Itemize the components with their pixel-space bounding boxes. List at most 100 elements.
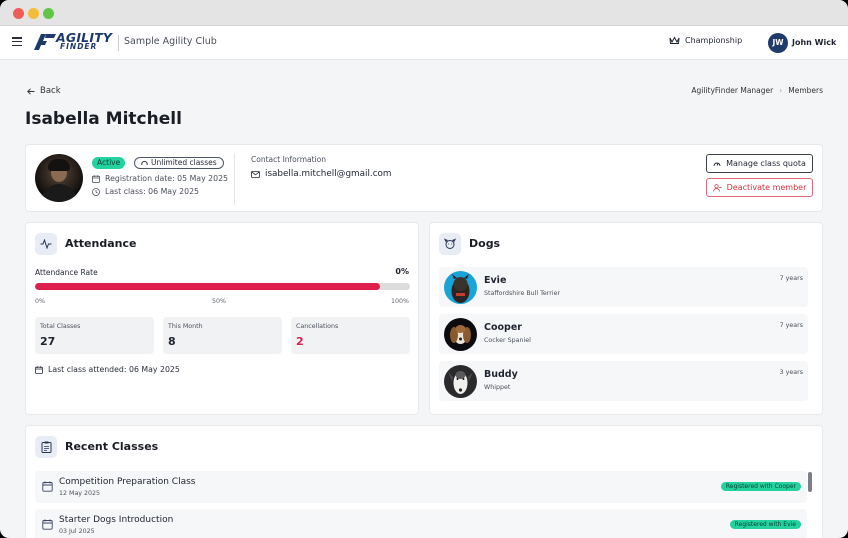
deactivate-member-button[interactable]: Deactivate member [706, 178, 813, 197]
registration-text: Registration date: 05 May 2025 [105, 174, 229, 183]
crown-icon [669, 36, 680, 44]
status-badge: Active [92, 157, 126, 169]
stat-label: Cancellations [296, 323, 339, 330]
back-link[interactable]: Back [27, 86, 61, 96]
logo-mark-icon [34, 34, 56, 50]
header-divider [118, 35, 119, 51]
page-title: Isabella Mitchell [25, 109, 182, 129]
logo-text-finder: FINDER [60, 42, 98, 51]
calendar-icon [92, 174, 100, 183]
stat-label: This Month [168, 323, 203, 330]
deactivate-label: Deactivate member [726, 183, 807, 192]
agility-finder-logo[interactable]: AGILITY FINDER [34, 31, 116, 52]
activity-icon [35, 233, 57, 255]
gauge-icon [713, 162, 721, 167]
registration-badge: Registered with Evie [729, 520, 801, 529]
class-item[interactable]: Starter Dogs Introduction 03 Jul 2025 Re… [35, 509, 807, 538]
back-label: Back [40, 86, 61, 96]
class-name: Competition Preparation Class [59, 477, 196, 487]
plan-badge: Unlimited classes [134, 157, 224, 169]
stat-value: 2 [296, 335, 304, 348]
dog-age: 7 years [779, 275, 803, 282]
stat-value: 27 [40, 335, 56, 348]
last-attended: Last class attended: 06 May 2025 [35, 365, 180, 374]
dog-name: Buddy [484, 369, 518, 380]
dogs-card: Dogs Evie Staffordshire Bull Terrier 7 y… [429, 222, 823, 415]
dog-age: 7 years [779, 322, 803, 329]
contact-email[interactable]: isabella.mitchell@gmail.com [251, 169, 391, 179]
breadcrumb-item-manager[interactable]: AgilityFinder Manager [691, 86, 773, 95]
gauge-icon [141, 160, 148, 166]
class-name: Starter Dogs Introduction [59, 515, 174, 525]
member-profile-card: Active Unlimited classes Registration da… [25, 144, 823, 212]
dog-photo [444, 271, 477, 304]
class-date: 12 May 2025 [59, 490, 101, 497]
stat-cancellations: Cancellations 2 [291, 317, 410, 354]
attendance-rate-value: 0% [395, 267, 409, 276]
stat-value: 8 [168, 335, 176, 348]
scale-label-max: 100% [390, 298, 409, 305]
attendance-card: Attendance Attendance Rate 0% 0% 50% 100… [25, 222, 419, 415]
manage-class-quota-button[interactable]: Manage class quota [706, 154, 813, 173]
class-date: 03 Jul 2025 [59, 528, 95, 535]
attendance-progress-bar [35, 283, 410, 290]
profile-divider [234, 153, 235, 205]
member-avatar [35, 154, 83, 202]
user-minus-icon [712, 183, 722, 192]
registration-date: Registration date: 05 May 2025 [92, 174, 228, 183]
dogs-title: Dogs [469, 237, 501, 250]
dog-name: Evie [484, 275, 507, 286]
registration-badge: Registered with Cooper [720, 482, 801, 491]
arrow-left-icon [27, 87, 35, 95]
stat-label: Total Classes [40, 323, 81, 330]
dog-item-evie[interactable]: Evie Staffordshire Bull Terrier 7 years [439, 267, 808, 307]
calendar-icon [42, 519, 53, 530]
dog-photo [444, 318, 477, 351]
championship-label: Championship [685, 36, 743, 45]
dog-breed: Cocker Spaniel [484, 337, 531, 344]
dog-breed: Staffordshire Bull Terrier [484, 290, 561, 297]
minimize-window-button[interactable] [28, 8, 39, 19]
last-class-text: Last class: 06 May 2025 [105, 187, 200, 196]
clipboard-icon [35, 436, 57, 458]
breadcrumb: AgilityFinder Manager › Members [691, 86, 823, 95]
app-header: AGILITY FINDER Sample Agility Club Champ… [0, 26, 848, 60]
dog-breed: Whippet [484, 384, 511, 391]
stat-this-month: This Month 8 [163, 317, 282, 354]
championship-link[interactable]: Championship [669, 36, 742, 45]
scale-label-mid: 50% [212, 298, 226, 305]
last-attended-text: Last class attended: 06 May 2025 [48, 365, 180, 374]
manage-quota-label: Manage class quota [726, 159, 806, 168]
mail-icon [251, 170, 260, 178]
email-text: isabella.mitchell@gmail.com [265, 169, 392, 179]
maximize-window-button[interactable] [43, 8, 54, 19]
recent-classes-card: Recent Classes Competition Preparation C… [25, 425, 823, 538]
dog-name: Cooper [484, 322, 522, 333]
close-window-button[interactable] [13, 8, 24, 19]
last-class: Last class: 06 May 2025 [92, 187, 199, 196]
recent-classes-title: Recent Classes [65, 440, 159, 453]
dog-item-cooper[interactable]: Cooper Cocker Spaniel 7 years [439, 314, 808, 354]
breadcrumb-item-members[interactable]: Members [788, 86, 823, 95]
app-window: AGILITY FINDER Sample Agility Club Champ… [0, 0, 848, 538]
chevron-right-icon: › [779, 86, 783, 95]
dog-age: 3 years [779, 369, 803, 376]
attendance-rate-label: Attendance Rate [35, 268, 98, 277]
user-name[interactable]: John Wick [792, 38, 836, 47]
club-name: Sample Agility Club [124, 36, 217, 47]
calendar-icon [35, 365, 43, 374]
recent-classes-scrollbar[interactable] [808, 472, 812, 492]
calendar-icon [42, 481, 53, 492]
menu-icon[interactable] [12, 37, 22, 47]
dog-photo [444, 365, 477, 398]
class-item[interactable]: Competition Preparation Class 12 May 202… [35, 471, 807, 503]
plan-label: Unlimited classes [151, 158, 217, 167]
window-titlebar [0, 0, 848, 26]
clock-icon [92, 187, 100, 196]
user-avatar[interactable]: JW [768, 33, 788, 53]
dog-item-buddy[interactable]: Buddy Whippet 3 years [439, 361, 808, 401]
dog-icon [439, 233, 461, 255]
scale-label-min: 0% [35, 298, 45, 305]
stat-total-classes: Total Classes 27 [35, 317, 154, 354]
attendance-progress-fill [35, 283, 380, 290]
